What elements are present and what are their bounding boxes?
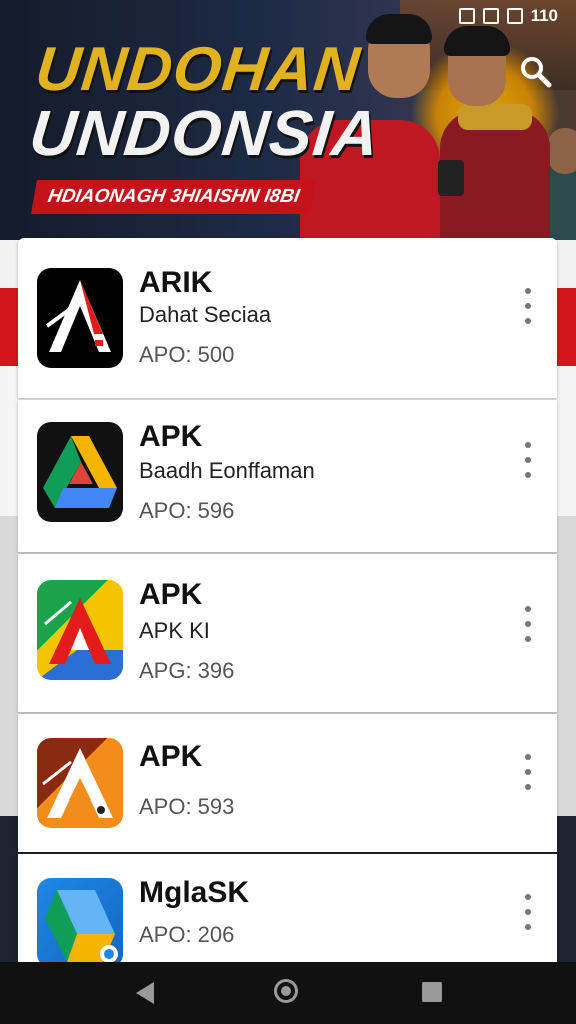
- battery-icon: [506, 8, 523, 24]
- app-icon-a-green: [37, 580, 123, 680]
- list-item[interactable]: APK APO: 593: [18, 714, 557, 852]
- hero-person-left-hair: [366, 14, 432, 44]
- app-subtitle: Baadh Eonffaman: [139, 458, 315, 483]
- hero-person-right-hair: [444, 26, 510, 56]
- list-item[interactable]: APK Baadh Eonffaman APO: 596: [18, 400, 557, 552]
- hero-person-right-collar: [458, 104, 532, 130]
- recent-apps-icon[interactable]: [422, 982, 442, 1002]
- app-version: APO: 596: [139, 498, 235, 523]
- app-subtitle: Dahat Seciaa: [139, 302, 272, 327]
- more-options-icon[interactable]: [518, 288, 538, 324]
- list-item[interactable]: ARIK Dahat Seciaa APO: 500: [18, 238, 557, 398]
- app-icon-a-drive: [37, 422, 123, 522]
- hero-phone: [438, 160, 464, 196]
- app-icon-a-orange: [37, 738, 123, 828]
- sim-icon: [482, 8, 499, 24]
- hero-title-line2: UNDONSIA: [26, 97, 384, 169]
- app-version: APG: 396: [139, 658, 235, 683]
- hero-title-line1: UNDOHAN: [32, 35, 364, 104]
- status-time: 110: [530, 6, 558, 25]
- search-button[interactable]: [516, 52, 556, 92]
- app-version: APO: 500: [139, 342, 235, 367]
- status-bar: 110: [458, 6, 558, 26]
- more-options-icon[interactable]: [518, 754, 538, 790]
- hero-subtitle-banner: HDIAONAGH 3HIAISHN I8BI: [31, 180, 317, 214]
- search-icon: [521, 57, 552, 88]
- app-icon-a-blue: [37, 878, 123, 968]
- list-item[interactable]: MglaSK APO: 206: [18, 854, 557, 968]
- app-version: APO: 206: [139, 922, 235, 947]
- app-version: APO: 593: [139, 794, 235, 819]
- back-icon[interactable]: [136, 982, 154, 1004]
- more-options-icon[interactable]: [518, 894, 538, 930]
- more-options-icon[interactable]: [518, 606, 538, 642]
- navigation-bar: [0, 962, 576, 1024]
- app-name: ARIK: [139, 266, 213, 299]
- app-name: APK: [139, 578, 203, 611]
- app-name: APK: [139, 420, 203, 453]
- hero-person-background-head: [548, 128, 576, 174]
- app-name: APK: [139, 740, 203, 773]
- hero-banner: UNDOHAN UNDONSIA HDIAONAGH 3HIAISHN I8BI: [0, 0, 576, 240]
- list-item[interactable]: APK APK KI APG: 396: [18, 554, 557, 712]
- app-icon-a-black: [37, 268, 123, 368]
- app-subtitle: APK KI: [139, 618, 210, 643]
- home-icon[interactable]: [274, 979, 298, 1003]
- more-options-icon[interactable]: [518, 442, 538, 478]
- app-name: MglaSK: [139, 876, 250, 909]
- notification-icon: [458, 8, 475, 24]
